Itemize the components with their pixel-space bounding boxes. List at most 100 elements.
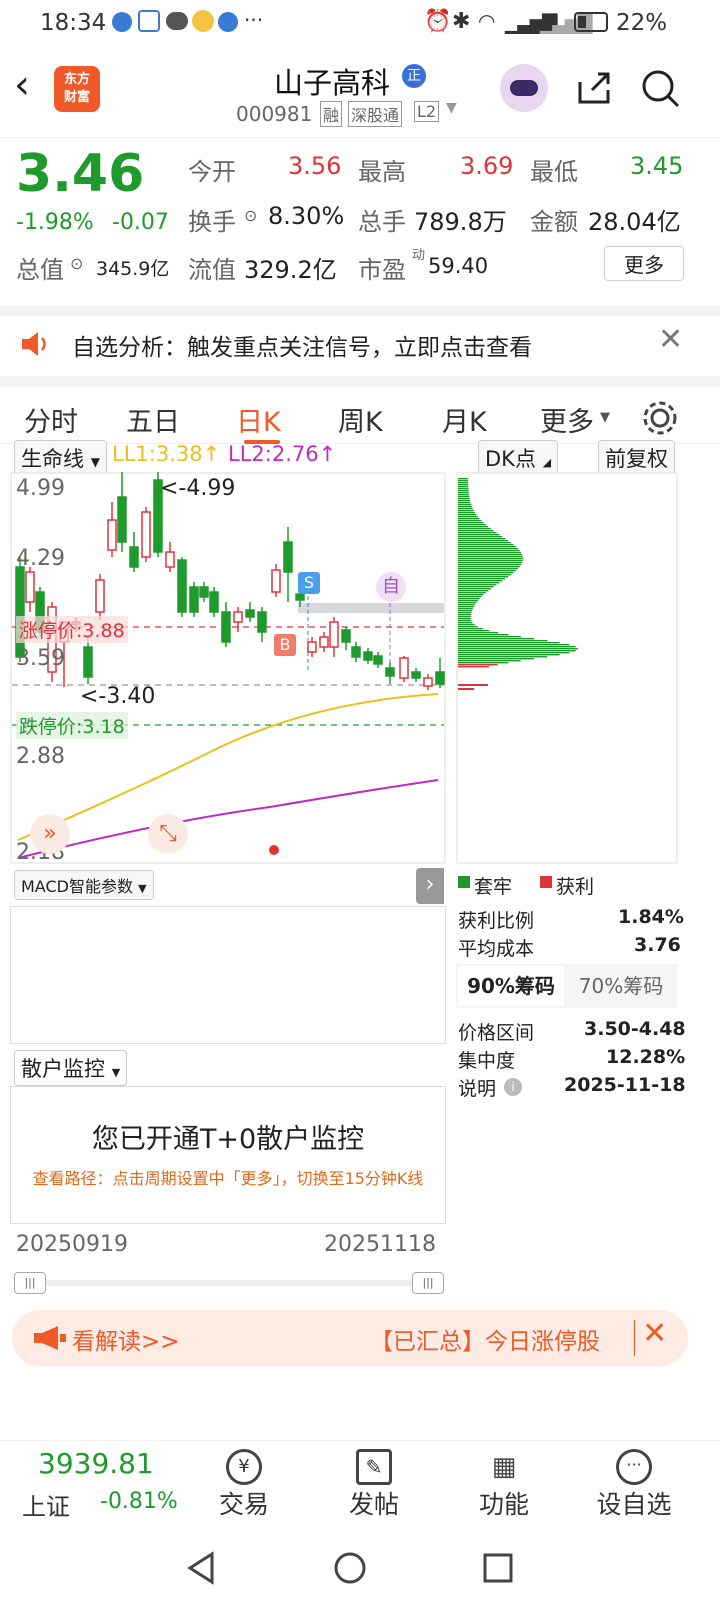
self-select-signal[interactable]: 自 — [376, 572, 406, 602]
close-icon[interactable]: ✕ — [658, 322, 683, 357]
y-label: 2.88 — [16, 744, 65, 769]
kline-chart[interactable] — [10, 472, 446, 864]
chip-bar — [458, 548, 518, 550]
tab-chip-90[interactable]: 90%筹码 — [458, 966, 564, 1006]
chip-bar — [458, 500, 471, 502]
candle-body — [271, 569, 281, 593]
grid-icon: ▦ — [491, 1452, 517, 1482]
tab-five-day[interactable]: 五日 — [126, 400, 180, 439]
news-banner[interactable]: 看解读>> 【已汇总】今日涨停股 ✕ — [12, 1310, 688, 1366]
candle-body — [423, 677, 433, 687]
dk-point-select[interactable]: DK点 ◢ — [478, 440, 559, 476]
yuan-icon: ¥ — [226, 1449, 262, 1485]
nav-recent-icon[interactable] — [482, 1552, 514, 1584]
trade-button[interactable]: ¥ 交易 — [194, 1449, 294, 1521]
edit-icon: ✎ — [356, 1449, 392, 1485]
chip-bar — [458, 576, 509, 578]
slider-handle-right[interactable]: ||| — [412, 1272, 444, 1294]
tag-margin: 融 — [320, 101, 343, 127]
chip-bar — [458, 618, 471, 620]
chip-bar — [458, 632, 499, 634]
close-icon[interactable]: ✕ — [642, 1316, 667, 1351]
buy-signal[interactable]: B — [274, 634, 296, 656]
chip-bar — [458, 518, 480, 520]
chip-bar — [458, 508, 473, 510]
share-icon[interactable] — [574, 68, 614, 108]
bluetooth-icon: ✱ — [452, 9, 471, 34]
add-watchlist-button[interactable]: ··· 设自选 — [584, 1449, 684, 1521]
candle-body — [25, 571, 35, 603]
app-logo: 东方 财富 — [54, 66, 100, 112]
tab-more[interactable]: 更多 — [540, 400, 594, 439]
chip-bar — [458, 572, 514, 574]
function-button[interactable]: ▦ 功能 — [454, 1449, 554, 1521]
chip-bar — [458, 498, 470, 500]
search-icon[interactable] — [640, 68, 682, 110]
chip-bar — [458, 478, 469, 480]
tab-weekly-k[interactable]: 周K — [338, 400, 383, 439]
macd-select[interactable]: MACD智能参数 ▼ — [14, 870, 154, 900]
chip-row-value: 3.50-4.48 — [584, 1018, 686, 1040]
chip-bar — [458, 520, 482, 522]
chip-bar — [458, 480, 469, 482]
indicator-select[interactable]: 生命线 ▼ — [14, 440, 107, 476]
candle-body — [399, 657, 409, 679]
tab-daily-k[interactable]: 日K — [236, 400, 281, 439]
notice-text: 自选分析：触发重点关注信号，立即点击查看 — [72, 335, 532, 361]
nav-back-icon[interactable] — [184, 1550, 218, 1586]
fast-forward-icon[interactable]: » — [30, 814, 70, 854]
tab-monthly-k[interactable]: 月K — [442, 400, 487, 439]
chip-bar — [458, 600, 478, 602]
chevron-down-icon[interactable]: ▼ — [446, 100, 457, 116]
robot-assistant-icon[interactable] — [500, 64, 548, 112]
turnover-label: 换手 — [188, 208, 236, 236]
info-icon[interactable]: ⊙ — [244, 206, 257, 225]
chevron-down-icon[interactable]: ▼ — [600, 410, 610, 425]
chip-bar — [458, 662, 509, 664]
trap-legend-icon — [458, 876, 470, 888]
chip-bar — [458, 658, 535, 660]
chip-bar — [458, 654, 560, 656]
notice-bar[interactable]: 自选分析：触发重点关注信号，立即点击查看 ✕ — [0, 306, 720, 376]
range-slider[interactable]: ||| ||| — [14, 1272, 444, 1294]
gear-icon[interactable] — [640, 398, 680, 438]
expand-icon[interactable]: ⤡ — [148, 814, 188, 854]
chip-distribution-chart[interactable] — [456, 472, 678, 864]
y-label: 4.29 — [16, 546, 65, 571]
back-button[interactable]: ‹ — [14, 62, 30, 108]
app-icon — [112, 12, 132, 32]
ll1-label: LL1:3.38↑ — [112, 442, 221, 466]
volume-value: 789.8万 — [414, 208, 507, 236]
tab-intraday[interactable]: 分时 — [24, 400, 78, 439]
post-button[interactable]: ✎ 发帖 — [324, 1449, 424, 1521]
chip-bar — [458, 550, 520, 552]
chip-bar — [458, 642, 560, 644]
chip-bar — [458, 592, 486, 594]
chip-bar — [458, 606, 474, 608]
index-name[interactable]: 上证 — [22, 1487, 70, 1522]
sell-signal[interactable]: S — [298, 572, 320, 594]
index-value[interactable]: 3939.81 — [38, 1447, 154, 1480]
info-icon[interactable]: i — [504, 1078, 522, 1096]
chip-bar — [458, 684, 488, 686]
retail-path: 查看路径：点击周期设置中「更多」，切换至15分钟K线 — [32, 1169, 424, 1188]
stock-name[interactable]: 山子高科 — [274, 60, 390, 102]
chip-bar — [458, 608, 473, 610]
chip-bar — [458, 546, 516, 548]
more-button[interactable]: 更多 — [604, 246, 684, 281]
candle-body — [295, 593, 305, 601]
tag-l2[interactable]: L2 — [414, 101, 440, 122]
chip-bar — [458, 484, 469, 486]
candle-body — [95, 579, 105, 613]
nav-home-icon[interactable] — [332, 1550, 368, 1586]
adjust-select[interactable]: 前复权 — [598, 440, 675, 476]
info-icon[interactable]: ⊙ — [70, 254, 83, 273]
chip-bar — [458, 568, 518, 570]
chip-bar — [458, 496, 470, 498]
tab-chip-70[interactable]: 70%筹码 — [568, 966, 674, 1006]
slider-handle-left[interactable]: ||| — [14, 1272, 46, 1294]
chip-bar — [458, 596, 482, 598]
chevron-right-icon[interactable]: › — [416, 868, 444, 904]
chip-bar — [458, 634, 509, 636]
retail-select[interactable]: 散户监控 ▼ — [14, 1050, 128, 1086]
